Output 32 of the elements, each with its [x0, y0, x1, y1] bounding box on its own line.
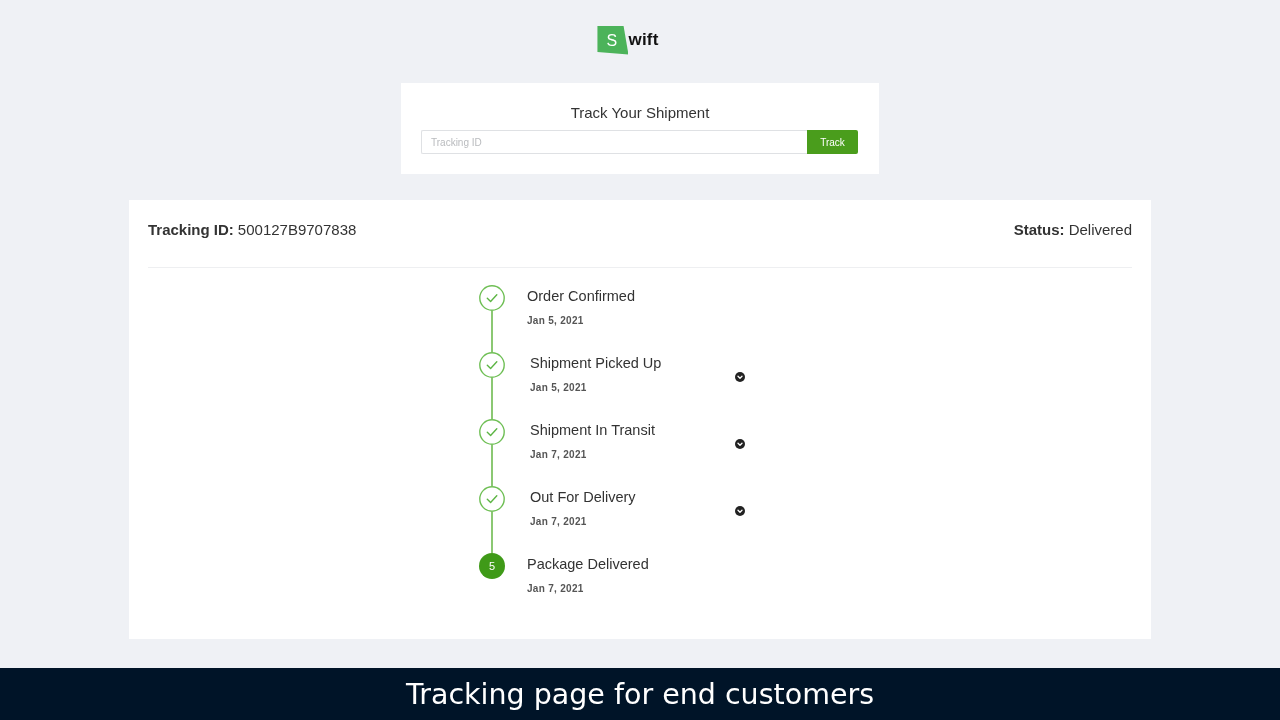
- timeline-connector: [491, 445, 493, 486]
- step-title: Out For Delivery: [530, 488, 636, 506]
- logo-text: wift: [628, 30, 659, 50]
- timeline-connector: [491, 512, 493, 553]
- step-date: Jan 5, 2021: [527, 314, 584, 327]
- check-circle-icon: [479, 352, 505, 378]
- tracking-id-value: 500127B9707838: [237, 221, 357, 239]
- caption-text: Tracking page for end customers: [406, 677, 874, 711]
- step-title: Order Confirmed: [527, 287, 635, 305]
- search-title: Track Your Shipment: [570, 104, 710, 122]
- step-date: Jan 7, 2021: [530, 448, 587, 461]
- step-date: Jan 7, 2021: [530, 515, 587, 528]
- step-date: Jan 7, 2021: [527, 582, 584, 595]
- tracking-id-label: Tracking ID:: [148, 221, 234, 239]
- logo-mark: S: [597, 25, 629, 55]
- chevron-down-icon[interactable]: [735, 506, 745, 516]
- timeline-connector: [491, 311, 493, 352]
- step-number: 5: [479, 553, 505, 579]
- chevron-down-icon[interactable]: [735, 439, 745, 449]
- check-circle-icon: [479, 285, 505, 311]
- check-circle-icon: [479, 419, 505, 445]
- step-title: Shipment In Transit: [530, 421, 655, 439]
- status-value: Delivered: [1068, 221, 1132, 239]
- tracking-id-field[interactable]: Tracking ID: [421, 130, 807, 154]
- check-circle-icon: [479, 486, 505, 512]
- timeline-connector: [491, 378, 493, 419]
- status-label: Status:: [1013, 221, 1065, 239]
- track-button[interactable]: Track: [807, 130, 858, 154]
- step-title: Shipment Picked Up: [530, 354, 662, 372]
- chevron-down-icon[interactable]: [735, 372, 745, 382]
- step-title: Package Delivered: [527, 555, 649, 573]
- step-date: Jan 5, 2021: [530, 381, 587, 394]
